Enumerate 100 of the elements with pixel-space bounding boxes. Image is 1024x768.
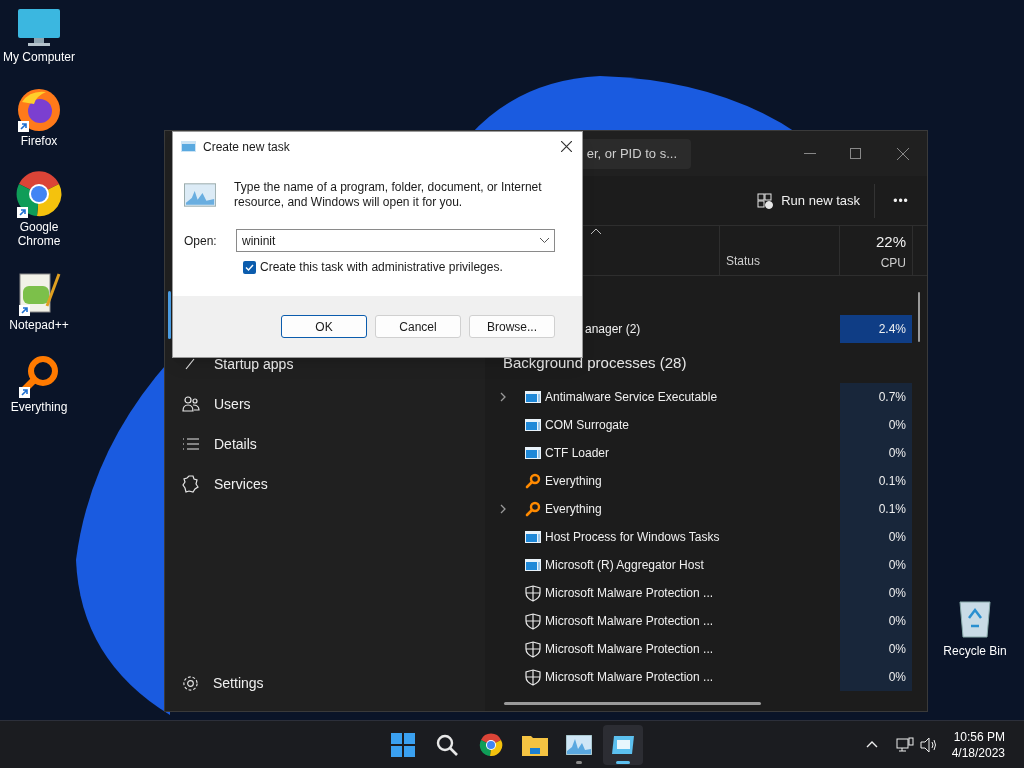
group-heading[interactable]: Background processes (28) [503, 351, 687, 375]
app-window-icon [525, 419, 541, 431]
cpu-cell: 0% [840, 579, 912, 607]
close-icon[interactable] [897, 147, 909, 160]
process-row[interactable]: CTF Loader 0% [485, 439, 927, 467]
process-row[interactable]: Host Process for Windows Tasks 0% [485, 523, 927, 551]
chrome-icon [15, 170, 63, 218]
app-window-icon [525, 531, 541, 543]
nav-item[interactable]: Users [180, 384, 485, 424]
desktop-icon-label[interactable]: Google Chrome [0, 220, 78, 248]
taskbar-app[interactable] [602, 724, 643, 765]
performance-graph-icon [565, 734, 592, 755]
shield-icon [525, 584, 541, 602]
chrome-icon [478, 732, 503, 757]
nav-item[interactable]: Startup apps [180, 344, 485, 384]
clock[interactable]: 10:56 PM 4/18/2023 [951, 728, 1024, 761]
dialog-button[interactable]: Browse... [469, 315, 555, 338]
dialog-title: Create new task [203, 138, 290, 156]
process-row[interactable]: Microsoft Malware Protection ... 0% [485, 635, 927, 663]
vertical-scrollbar[interactable] [918, 292, 920, 342]
nav-item[interactable]: Services [180, 464, 485, 504]
performance-graph-icon [184, 183, 217, 207]
cpu-cell: 0.1% [840, 467, 912, 495]
process-row[interactable]: COM Surrogate 0% [485, 411, 927, 439]
app-window-icon [525, 447, 541, 459]
desktop-icon-label[interactable]: Notepad++ [0, 318, 78, 332]
expand-chevron-icon[interactable] [500, 392, 506, 402]
desktop-icon-label[interactable]: Firefox [0, 134, 78, 148]
dropdown-chevron-icon[interactable] [540, 238, 549, 243]
desktop-icon-label[interactable]: Everything [0, 400, 78, 414]
chevron-up-icon[interactable] [865, 741, 878, 748]
dialog-button[interactable]: OK [281, 315, 367, 338]
process-row[interactable]: Everything 0.1% [485, 495, 927, 523]
process-name: Microsoft Malware Protection ... [545, 641, 714, 658]
process-row[interactable]: Microsoft (R) Aggregator Host 0% [485, 551, 927, 579]
process-row[interactable]: Antimalware Service Executable 0.7% [485, 383, 927, 411]
settings-icon [182, 674, 199, 692]
list-icon [182, 435, 200, 453]
expand-chevron-icon[interactable] [500, 504, 506, 514]
cpu-cell: 0% [840, 439, 912, 467]
cpu-cell: 2.4% [840, 315, 912, 343]
cpu-cell: 0% [840, 523, 912, 551]
process-name: Microsoft Malware Protection ... [545, 669, 714, 686]
shield-icon [525, 640, 541, 658]
shield-icon [525, 668, 541, 686]
cpu-cell: 0% [840, 551, 912, 579]
magnifier-icon [525, 473, 541, 489]
more-button[interactable]: ••• [875, 191, 927, 210]
cpu-column-header[interactable]: CPU [880, 254, 906, 272]
process-name: CTF Loader [545, 445, 610, 462]
cpu-cell: 0% [840, 411, 912, 439]
dialog-button[interactable]: Cancel [375, 315, 461, 338]
desktop-icon-label[interactable]: Recycle Bin [943, 644, 1007, 658]
network-icon[interactable] [895, 736, 914, 753]
process-name: Everything [545, 473, 602, 490]
app-window-icon [525, 391, 541, 403]
settings-nav-item[interactable]: Settings [180, 665, 485, 701]
shield-icon [525, 612, 541, 630]
process-row[interactable]: Microsoft Malware Protection ... 0% [485, 607, 927, 635]
process-name: Microsoft (R) Aggregator Host [545, 557, 704, 574]
process-name: Everything [545, 501, 602, 518]
minimize-icon[interactable] [804, 152, 816, 155]
process-row[interactable]: Everything 0.1% [485, 467, 927, 495]
maximize-icon[interactable] [850, 148, 861, 159]
process-row[interactable]: Microsoft Malware Protection ... 0% [485, 663, 927, 691]
cpu-total-reading: 22% [875, 233, 906, 250]
magnifier-icon [525, 501, 541, 517]
process-name: COM Surrogate [545, 417, 630, 434]
desktop-icon-label[interactable]: My Computer [0, 50, 78, 64]
nav-item[interactable]: Details [180, 424, 485, 464]
fox-globe-icon [16, 86, 62, 132]
run-new-task-button[interactable]: Run new task [757, 183, 875, 218]
cpu-cell: 0% [840, 635, 912, 663]
process-row[interactable]: Microsoft Malware Protection ... 0% [485, 579, 927, 607]
cpu-cell: 0% [840, 663, 912, 691]
speaker-icon[interactable] [919, 736, 938, 753]
process-name: Microsoft Malware Protection ... [545, 585, 714, 602]
admin-checkbox[interactable] [243, 260, 256, 274]
puzzle-gear-icon [182, 475, 200, 493]
close-icon[interactable] [561, 141, 572, 152]
process-name: Microsoft Malware Protection ... [545, 613, 714, 630]
horizontal-scrollbar[interactable] [504, 702, 761, 705]
users-icon [182, 395, 200, 413]
monitor-icon [17, 8, 61, 48]
new-task-icon [757, 192, 774, 209]
cpu-cell: 0% [840, 607, 912, 635]
status-column-header[interactable]: Status [726, 252, 761, 270]
selection-indicator [168, 291, 171, 339]
cpu-cell: 0.1% [840, 495, 912, 523]
dialog-description: Type the name of a program, folder, document, or Internet resource, and Windows will open it for you. [234, 180, 543, 210]
open-label: Open: [184, 232, 218, 250]
app-window-icon [610, 734, 635, 755]
open-combo-field[interactable]: wininit [236, 229, 555, 252]
process-name: anager (2) [585, 321, 641, 338]
folder-icon [521, 733, 548, 756]
windows-logo-icon [390, 732, 415, 757]
sort-caret-icon[interactable] [591, 228, 601, 234]
search-icon [434, 732, 459, 757]
cpu-cell: 0.7% [840, 383, 912, 411]
process-name: Antimalware Service Executable [545, 389, 718, 406]
